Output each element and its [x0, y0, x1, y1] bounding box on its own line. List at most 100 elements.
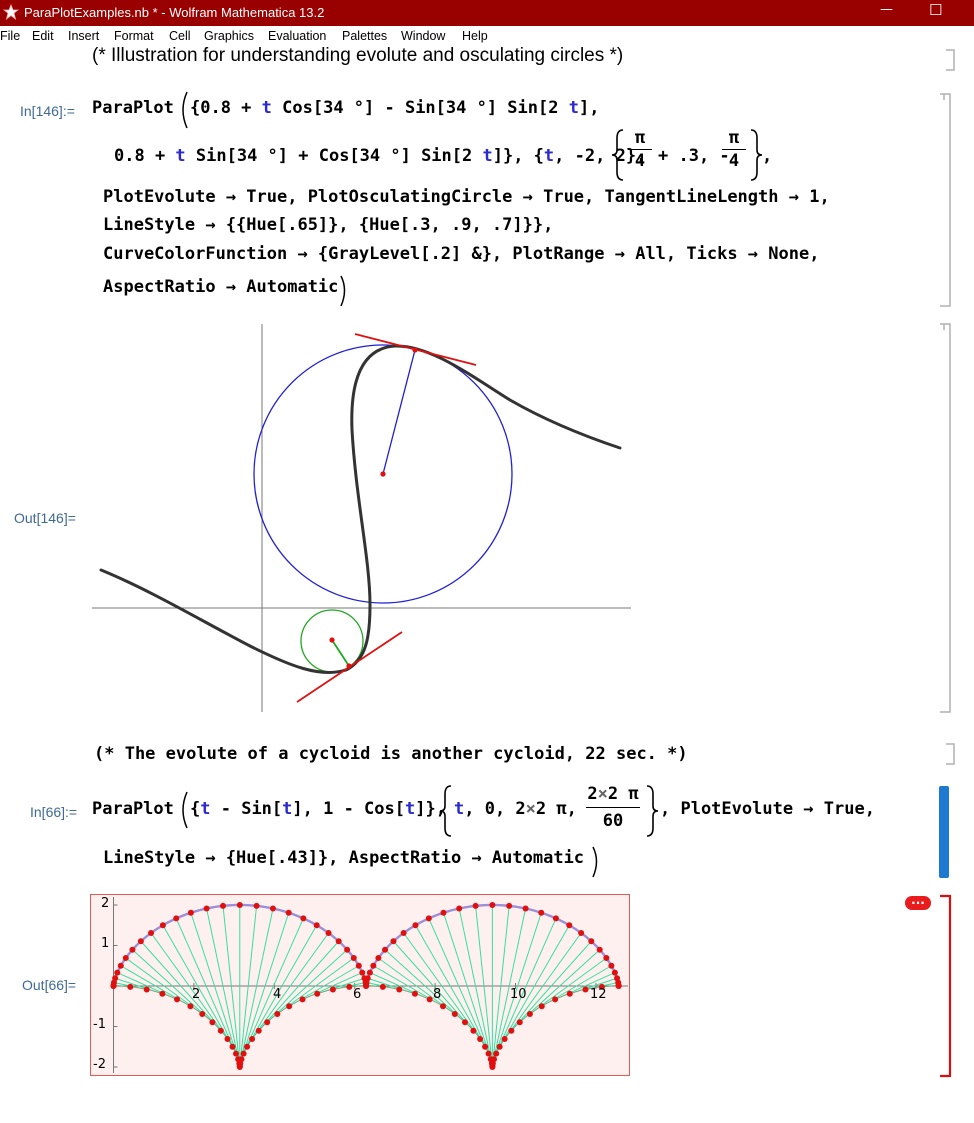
evolute-point: [143, 986, 150, 993]
window-title: ParaPlotExamples.nb * - Wolfram Mathemat…: [24, 5, 325, 20]
cycloid-point: [350, 955, 357, 962]
cycloid-point: [578, 929, 585, 936]
menu-file[interactable]: File: [0, 29, 20, 43]
menu-help[interactable]: Help: [462, 29, 488, 43]
cycloid-point: [253, 902, 260, 909]
evolute-point: [566, 990, 573, 997]
evolute-point: [264, 1019, 271, 1026]
evolute-point: [411, 990, 418, 997]
evolute-plot[interactable]: [90, 320, 640, 720]
close-bracket: [340, 275, 346, 307]
cycloid-point: [611, 969, 618, 976]
y-tick-label: -1: [93, 1017, 106, 1032]
cycloid-point: [355, 962, 362, 969]
menu-palettes[interactable]: Palettes: [342, 29, 387, 43]
cycloid-point: [400, 929, 407, 936]
cell-bracket-out146[interactable]: [936, 322, 956, 714]
curve-point: [346, 663, 352, 669]
close-bracket: [592, 846, 598, 878]
output-label: Out[146]=: [14, 510, 76, 526]
input-line-1: ParaPlot: [92, 98, 174, 118]
menu-format[interactable]: Format: [114, 29, 154, 43]
menu-insert[interactable]: Insert: [68, 29, 99, 43]
open-brace: [611, 129, 624, 181]
evolute-point: [552, 996, 559, 1003]
cycloid-point: [412, 922, 419, 929]
evolute-point: [508, 1027, 515, 1034]
evolute-point: [159, 990, 166, 997]
cycloid-point: [538, 909, 545, 916]
evolute-point: [615, 983, 622, 989]
message-button[interactable]: ···: [904, 894, 932, 912]
evolute-point: [314, 990, 321, 997]
minimize-button[interactable]: —: [862, 0, 908, 26]
menu-graphics[interactable]: Graphics: [204, 29, 254, 43]
cycloid-point: [112, 975, 119, 982]
comment-code-cell[interactable]: (* The evolute of a cycloid is another c…: [94, 744, 688, 764]
evolute-point: [396, 986, 403, 993]
cycloid-point: [375, 955, 382, 962]
cell-bracket-66-selected[interactable]: [936, 784, 956, 880]
cycloid-point: [325, 929, 332, 936]
comment-text-cell[interactable]: (* Illustration for understanding evolut…: [92, 45, 623, 67]
cell-bracket-146[interactable]: [936, 92, 956, 308]
cycloid-point: [382, 946, 389, 953]
cycloid-point: [552, 915, 559, 922]
cycloid-point: [203, 905, 210, 912]
cycloid-point: [603, 955, 610, 962]
evolute-point: [346, 983, 353, 990]
cycloid-point: [608, 962, 615, 969]
menu-evaluation[interactable]: Evaluation: [268, 29, 326, 43]
evolute-point: [482, 1043, 489, 1050]
cycloid-point: [364, 975, 371, 982]
evolute-point: [199, 1010, 206, 1017]
title-bar: ParaPlotExamples.nb * - Wolfram Mathemat…: [0, 0, 974, 26]
open-bracket: [182, 791, 188, 829]
close-brace: [646, 785, 659, 837]
cycloid-plot-frame[interactable]: 2 4 6 8 10 12 2 1 -1 -2: [90, 894, 630, 1076]
evolute-point: [491, 1056, 498, 1063]
evolute-point: [127, 983, 134, 990]
cycloid-point: [506, 902, 513, 909]
cycloid-point: [344, 946, 351, 953]
menu-cell[interactable]: Cell: [169, 29, 191, 43]
evolute-point: [329, 986, 336, 993]
fraction-step: 2×2 π 60: [586, 784, 640, 831]
radius-line-large: [382, 349, 416, 475]
input-line-4: LineStyle → {{Hue[.65]}, {Hue[.3, .9, .7…: [103, 215, 554, 235]
mathematica-icon: [3, 4, 19, 20]
evolute-point: [439, 1003, 446, 1010]
evolute-point: [426, 996, 433, 1003]
cycloid-point: [596, 946, 603, 953]
evolute-point: [224, 1036, 231, 1043]
input-line-2: LineStyle → {Hue[.43]}, AspectRatio → Au…: [103, 848, 585, 868]
cell-bracket[interactable]: [944, 48, 958, 72]
maximize-button[interactable]: ☐: [914, 0, 960, 26]
cycloid-point: [335, 938, 342, 945]
evolute-point: [244, 1043, 251, 1050]
curve-point: [412, 347, 418, 353]
cycloid-curve: [112, 903, 620, 987]
evolute-point: [496, 1043, 503, 1050]
input-line-5: CurveColorFunction → {GrayLevel[.2] &}, …: [103, 244, 820, 264]
evolute-point: [493, 1050, 500, 1057]
cycloid-point: [440, 909, 447, 916]
minimize-icon: —: [880, 2, 893, 17]
menu-edit[interactable]: Edit: [32, 29, 54, 43]
svg-text:···: ···: [911, 896, 925, 910]
cycloid-point: [522, 905, 529, 912]
x-tick-label: 6: [353, 987, 362, 1002]
evolute-point: [274, 1010, 281, 1017]
evolute-curve: [113, 985, 619, 1067]
cell-bracket[interactable]: [944, 742, 958, 766]
evolute-point: [209, 1019, 216, 1026]
menu-bar: File Edit Insert Format Cell Graphics Ev…: [0, 26, 974, 46]
cycloid-point: [236, 902, 243, 908]
cycloid-point: [313, 922, 320, 929]
evolute-point: [380, 471, 386, 477]
input-line-3: PlotEvolute → True, PlotOsculatingCircle…: [103, 187, 830, 207]
menu-window[interactable]: Window: [401, 29, 445, 43]
cell-bracket-out66-error[interactable]: [936, 894, 956, 1078]
evolute-point: [286, 1003, 293, 1010]
evolute-point: [240, 1050, 247, 1057]
